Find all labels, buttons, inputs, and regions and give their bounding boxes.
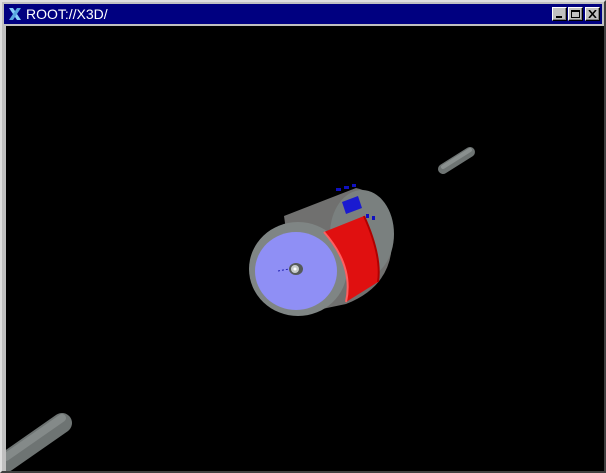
close-icon [588, 10, 597, 18]
minimize-icon [556, 16, 562, 18]
close-button[interactable] [585, 7, 600, 21]
scene-canvas [6, 147, 475, 471]
maximize-icon [571, 10, 580, 18]
blue-endcap [255, 232, 337, 310]
beam-pipe-lower-left [6, 413, 72, 471]
window-title: ROOT://X3D/ [26, 6, 108, 22]
title-bar[interactable]: ROOT://X3D/ [4, 4, 602, 24]
beam-pipe-upper-right [438, 147, 475, 174]
maximize-button[interactable] [568, 7, 583, 21]
x3d-window: ROOT://X3D/ [0, 0, 606, 473]
minimize-button[interactable] [552, 7, 567, 21]
x-logo-icon[interactable] [7, 6, 23, 22]
x3d-viewport[interactable] [6, 26, 604, 471]
